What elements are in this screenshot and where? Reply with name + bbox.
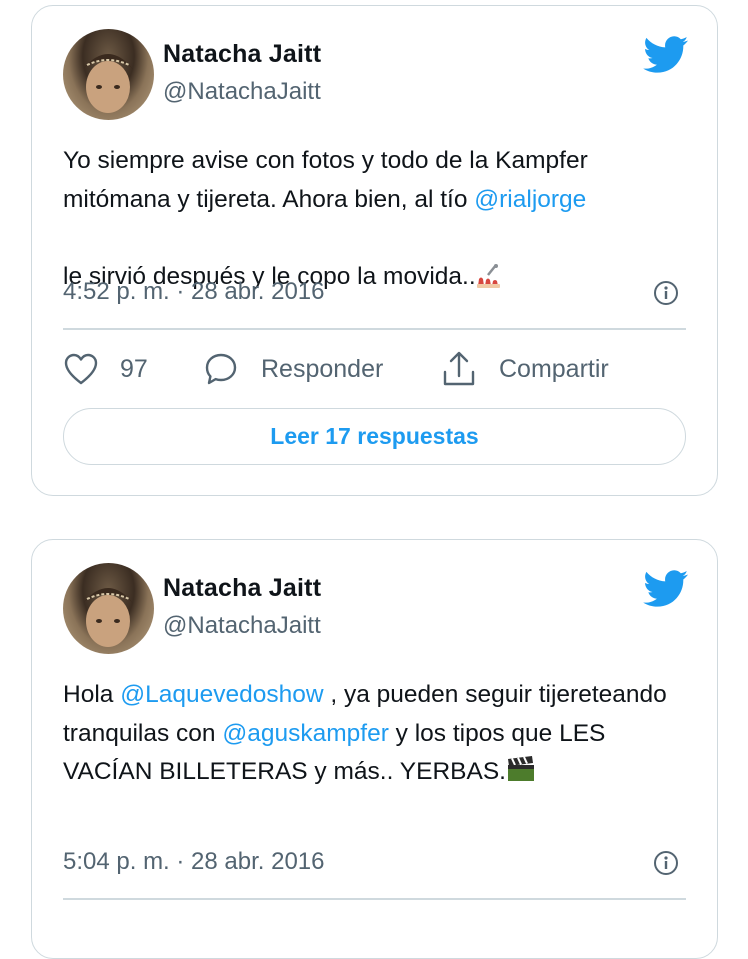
tweet-actions: 97 Responder Compartir bbox=[63, 349, 686, 389]
mention-link[interactable]: @Laquevedoshow bbox=[120, 681, 323, 708]
like-button[interactable]: 97 bbox=[63, 349, 148, 389]
avatar[interactable] bbox=[63, 29, 154, 120]
reply-button[interactable]: Responder bbox=[203, 349, 383, 389]
avatar[interactable] bbox=[63, 563, 154, 654]
share-label: Compartir bbox=[499, 354, 609, 383]
like-count: 97 bbox=[120, 354, 148, 383]
tweet-card[interactable]: Natacha Jaitt @NatachaJaitt Yo siempre a… bbox=[31, 5, 718, 496]
user-handle[interactable]: @NatachaJaitt bbox=[163, 78, 321, 106]
divider bbox=[63, 328, 686, 330]
tweet-timestamp[interactable]: 5:04 p. m. · 28 abr. 2016 bbox=[63, 848, 325, 876]
clapper-board-emoji bbox=[506, 755, 536, 796]
twitter-bird-icon bbox=[643, 570, 689, 607]
info-icon[interactable] bbox=[653, 850, 679, 876]
mention-link[interactable]: @aguskampfer bbox=[222, 720, 389, 747]
tweet-text: Yo siempre avise con fotos y todo de la … bbox=[63, 142, 693, 300]
divider bbox=[63, 898, 686, 900]
twitter-bird-icon bbox=[643, 36, 689, 73]
display-name[interactable]: Natacha Jaitt bbox=[163, 40, 321, 69]
tweet-card[interactable]: Natacha Jaitt @NatachaJaitt Hola @Laquev… bbox=[31, 539, 718, 959]
read-replies-button[interactable]: Leer 17 respuestas bbox=[63, 408, 686, 465]
display-name[interactable]: Natacha Jaitt bbox=[163, 574, 321, 603]
heart-icon bbox=[64, 353, 98, 385]
share-button[interactable]: Compartir bbox=[441, 349, 609, 389]
tweet-text: Hola @Laquevedoshow , ya pueden seguir t… bbox=[63, 676, 693, 796]
user-handle[interactable]: @NatachaJaitt bbox=[163, 612, 321, 640]
reply-label: Responder bbox=[261, 354, 384, 383]
info-icon[interactable] bbox=[653, 280, 679, 306]
nail-polish-emoji bbox=[476, 262, 502, 301]
share-icon bbox=[443, 351, 475, 386]
reply-bubble-icon bbox=[205, 353, 237, 385]
tweet-timestamp[interactable]: 4:52 p. m. · 28 abr. 2016 bbox=[63, 278, 325, 306]
mention-link[interactable]: @rialjorge bbox=[474, 186, 586, 213]
